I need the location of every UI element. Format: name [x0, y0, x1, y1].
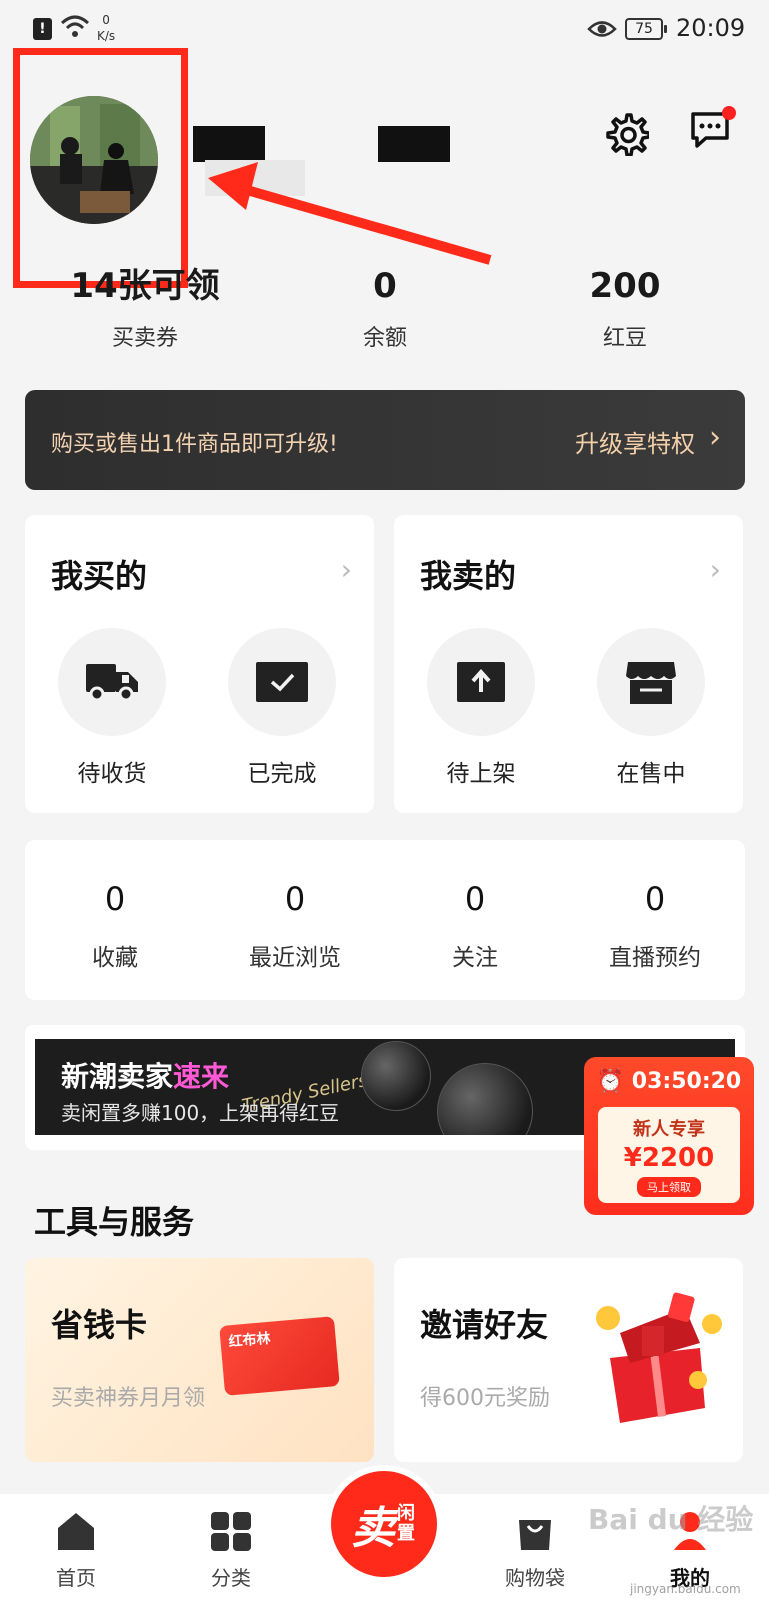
stat-value: 0	[284, 880, 306, 918]
wallet-stats: 14张可领 买卖券 0 余额 200 红豆	[25, 262, 745, 352]
eye-icon	[587, 21, 617, 37]
sell-small-label: 闲置	[397, 1503, 415, 1544]
nav-category[interactable]: 分类	[186, 1510, 276, 1591]
stat-label: 直播预约	[609, 945, 701, 971]
username-redacted-2	[378, 126, 450, 162]
countdown-timer: ⏰ 03:50:20	[596, 1069, 742, 1094]
on-sale-button[interactable]: 在售中	[597, 628, 705, 788]
truck-icon	[86, 664, 138, 702]
tile-subtitle: 买卖神券月月领	[51, 1386, 206, 1411]
tshirt-bubble-image	[361, 1041, 431, 1111]
message-button[interactable]	[690, 106, 736, 154]
nav-label: 购物袋	[505, 1566, 565, 1590]
tile-title: 邀请好友	[420, 1306, 549, 1344]
op-label: 在售中	[616, 761, 686, 787]
speed-unit: K/s	[97, 29, 116, 43]
my-purchases-card: 我买的 › 待收货 已完成	[25, 515, 374, 813]
chevron-right-icon[interactable]: ›	[710, 553, 721, 586]
coupon-label: 新人专享	[633, 1119, 705, 1140]
nav-bag[interactable]: 购物袋	[490, 1510, 580, 1591]
card-title[interactable]: 我卖的	[420, 551, 516, 597]
upgrade-text: 购买或售出1件商品即可升级!	[51, 432, 338, 457]
stat-value: 200	[589, 266, 661, 306]
op-label: 待收货	[77, 761, 147, 787]
gear-icon[interactable]	[605, 112, 649, 156]
promo-title-prefix: 新潮卖家	[61, 1060, 174, 1093]
promo-title-highlight: 速来	[173, 1060, 230, 1093]
sell-idle-button[interactable]: 卖 闲置	[325, 1465, 443, 1583]
annotation-arrow	[208, 162, 492, 265]
upload-icon	[457, 662, 505, 702]
promo-title: 新潮卖家速来	[61, 1055, 229, 1095]
newcomer-coupon-float[interactable]: ⏰ 03:50:20 新人专享 ¥2200 马上领取	[584, 1057, 754, 1215]
invite-friends-tile[interactable]: 邀请好友 得600元奖励	[394, 1258, 743, 1462]
stat-label: 红豆	[602, 326, 647, 351]
coupon-body: 新人专享 ¥2200 马上领取	[598, 1107, 740, 1203]
stat-label: 关注	[452, 945, 498, 971]
my-sales-card: 我卖的 › 待上架 在售中	[394, 515, 743, 813]
to-be-listed-button[interactable]: 待上架	[427, 628, 535, 788]
gift-box-icon	[596, 1292, 722, 1423]
annotation-highlight-box	[13, 48, 188, 288]
stat-label: 收藏	[92, 945, 138, 971]
baidu-watermark-url: jingyan.baidu.com	[630, 1582, 741, 1596]
upgrade-banner[interactable]: 购买或售出1件商品即可升级! 升级享特权 ›	[25, 390, 745, 490]
wifi-icon	[60, 15, 90, 37]
op-label: 待上架	[446, 761, 516, 787]
shopping-bag-icon	[519, 1520, 551, 1550]
upgrade-cta[interactable]: 升级享特权	[575, 424, 695, 459]
claim-now-button[interactable]: 马上领取	[637, 1177, 701, 1197]
stat-following[interactable]: 0 关注	[385, 840, 565, 1000]
clock: 20:09	[676, 14, 746, 42]
sell-big-label: 卖	[351, 1503, 395, 1554]
stat-value: 0	[644, 880, 666, 918]
stat-value: 0	[464, 880, 486, 918]
username-redacted	[193, 126, 265, 162]
tile-subtitle: 得600元奖励	[420, 1386, 550, 1411]
baidu-watermark: Bai du 经验	[588, 1503, 754, 1536]
store-icon	[626, 662, 676, 704]
nav-label: 分类	[211, 1566, 251, 1590]
stat-coupons[interactable]: 14张可领 买卖券	[25, 262, 265, 352]
stat-red-beans[interactable]: 200 红豆	[505, 262, 745, 352]
coupon-amount: ¥2200	[623, 1143, 715, 1173]
alert-icon: !	[33, 18, 52, 40]
unread-badge	[722, 106, 736, 120]
section-title-tools: 工具与服务	[34, 1203, 195, 1241]
stat-label: 买卖券	[111, 326, 178, 351]
stat-balance[interactable]: 0 余额	[265, 262, 505, 352]
network-speed: 0 K/s	[97, 12, 115, 44]
timer-value: 03:50:20	[631, 1069, 742, 1094]
red-card-image: 红布林	[219, 1316, 340, 1396]
nav-home[interactable]: 首页	[31, 1510, 121, 1591]
stat-live-booking[interactable]: 0 直播预约	[565, 840, 745, 1000]
stat-value: 0	[373, 266, 397, 306]
grid-icon	[211, 1512, 251, 1551]
card-title[interactable]: 我买的	[51, 551, 147, 597]
activity-stats: 0 收藏 0 最近浏览 0 关注 0 直播预约	[25, 840, 745, 1000]
tile-title: 省钱卡	[51, 1306, 148, 1344]
chevron-right-icon: ›	[709, 420, 721, 455]
promo-subtitle: 卖闲置多赚100，上架再得红豆	[61, 1101, 340, 1125]
sneaker-bubble-image	[437, 1063, 533, 1135]
check-box-icon	[256, 662, 308, 702]
home-icon	[58, 1513, 94, 1550]
savings-card-tile[interactable]: 省钱卡 买卖神券月月领 红布林	[25, 1258, 374, 1462]
red-card-text: 红布林	[227, 1330, 272, 1351]
stat-favorites[interactable]: 0 收藏	[25, 840, 205, 1000]
speed-value: 0	[102, 13, 110, 27]
battery-indicator: 75	[625, 18, 667, 40]
pending-receipt-button[interactable]: 待收货	[58, 628, 166, 788]
stat-value: 14张可领	[70, 266, 220, 306]
op-label: 已完成	[247, 761, 317, 787]
completed-button[interactable]: 已完成	[228, 628, 336, 788]
nav-label: 首页	[56, 1566, 96, 1590]
stat-label: 最近浏览	[249, 945, 341, 971]
stat-recent[interactable]: 0 最近浏览	[205, 840, 385, 1000]
chevron-right-icon[interactable]: ›	[341, 553, 352, 586]
stat-value: 0	[104, 880, 126, 918]
stat-label: 余额	[362, 326, 407, 351]
